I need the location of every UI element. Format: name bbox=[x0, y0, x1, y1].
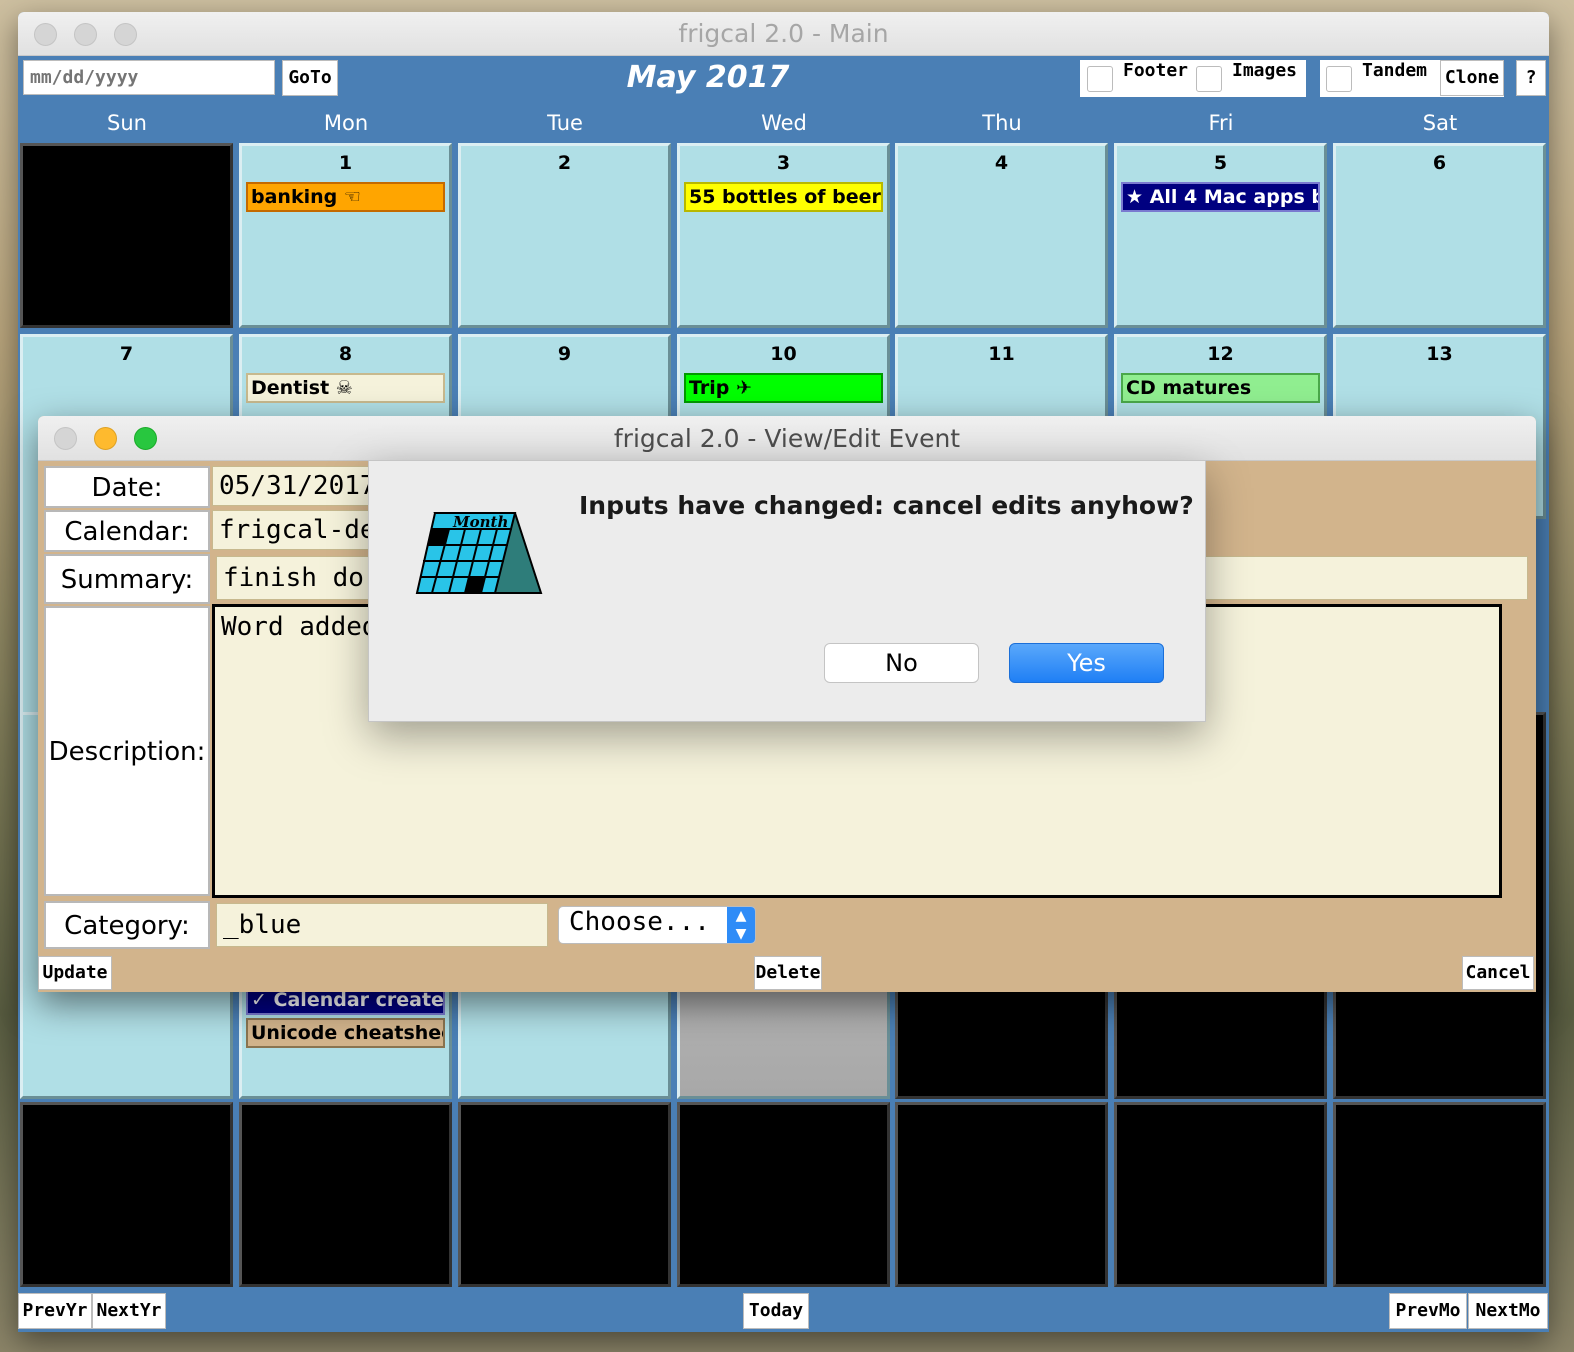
yes-button[interactable]: Yes bbox=[1009, 643, 1164, 683]
delete-button[interactable]: Delete bbox=[754, 956, 822, 990]
zoom-icon[interactable] bbox=[114, 23, 137, 46]
day-header-tue: Tue bbox=[547, 111, 583, 135]
confirm-dialog: Month Inputs have changed: cancel edits … bbox=[368, 460, 1206, 722]
date-label: Date: bbox=[44, 466, 210, 508]
goto-button[interactable]: GoTo bbox=[282, 60, 338, 96]
footer-label: Footer bbox=[1123, 60, 1189, 81]
edit-window-title: frigcal 2.0 - View/Edit Event bbox=[613, 424, 961, 453]
date-input[interactable] bbox=[23, 60, 275, 95]
tandem-checkbox[interactable] bbox=[1326, 66, 1352, 92]
day-number: 5 bbox=[1213, 152, 1228, 174]
day-cell-5[interactable]: 5 ★ All 4 Mac apps bu bbox=[1114, 143, 1327, 328]
next-year-button[interactable]: NextYr bbox=[92, 1293, 166, 1329]
tandem-label: Tandem bbox=[1362, 60, 1428, 81]
day-cell-1[interactable]: 1 banking ☜ bbox=[239, 143, 452, 328]
day-cell-empty bbox=[1333, 1102, 1546, 1287]
day-header-thu: Thu bbox=[982, 111, 1022, 135]
prev-month-button[interactable]: PrevMo bbox=[1389, 1293, 1467, 1329]
window-title: frigcal 2.0 - Main bbox=[678, 19, 889, 48]
event-trip[interactable]: Trip ✈ bbox=[684, 373, 883, 403]
toggle-group: Footer Images bbox=[1080, 60, 1306, 97]
main-titlebar: frigcal 2.0 - Main bbox=[18, 12, 1549, 56]
day-number: 1 bbox=[338, 152, 353, 174]
minimize-icon[interactable] bbox=[94, 427, 117, 450]
day-number: 3 bbox=[776, 152, 791, 174]
calendar-label: Calendar: bbox=[44, 510, 210, 552]
day-number: 8 bbox=[338, 343, 353, 365]
day-number: 11 bbox=[988, 343, 1015, 365]
zoom-icon[interactable] bbox=[134, 427, 157, 450]
day-number: 7 bbox=[119, 343, 134, 365]
day-number: 4 bbox=[994, 152, 1009, 174]
day-header-fri: Fri bbox=[1208, 111, 1234, 135]
description-label: Description: bbox=[44, 606, 210, 896]
no-button[interactable]: No bbox=[824, 643, 979, 683]
day-number: 9 bbox=[557, 343, 572, 365]
day-cell-empty bbox=[20, 1102, 233, 1287]
calendar-month-icon: Month bbox=[415, 512, 543, 594]
update-button[interactable]: Update bbox=[38, 956, 112, 990]
day-header-wed: Wed bbox=[761, 111, 807, 135]
edit-titlebar: frigcal 2.0 - View/Edit Event bbox=[38, 416, 1536, 461]
category-choose-select[interactable]: Choose... ▲ ▼ bbox=[558, 906, 756, 944]
day-number: 6 bbox=[1432, 152, 1447, 174]
footer-checkbox[interactable] bbox=[1087, 66, 1113, 92]
day-cell-3[interactable]: 3 55 bottles of beer bbox=[677, 143, 890, 328]
cancel-button[interactable]: Cancel bbox=[1462, 956, 1534, 990]
prev-year-button[interactable]: PrevYr bbox=[18, 1293, 92, 1329]
close-icon[interactable] bbox=[34, 23, 57, 46]
calendar-icon-text: Month bbox=[452, 513, 508, 531]
minimize-icon[interactable] bbox=[74, 23, 97, 46]
choose-label: Choose... bbox=[569, 907, 710, 937]
summary-label: Summary: bbox=[44, 554, 210, 604]
category-field[interactable]: _blue bbox=[216, 903, 548, 947]
event-unicode-cheatsheet[interactable]: Unicode cheatsheet bbox=[246, 1018, 445, 1048]
images-checkbox[interactable] bbox=[1196, 66, 1222, 92]
day-number: 2 bbox=[557, 152, 572, 174]
event-dentist[interactable]: Dentist ☠ bbox=[246, 373, 445, 403]
event-mac-apps[interactable]: ★ All 4 Mac apps bu bbox=[1121, 182, 1320, 212]
day-cell-4[interactable]: 4 bbox=[895, 143, 1108, 328]
today-button[interactable]: Today bbox=[743, 1293, 809, 1329]
day-cell-empty bbox=[239, 1102, 452, 1287]
month-title: May 2017 bbox=[626, 60, 790, 95]
day-header-mon: Mon bbox=[323, 111, 369, 135]
help-button[interactable]: ? bbox=[1516, 60, 1546, 96]
day-number: 10 bbox=[770, 343, 797, 365]
images-label: Images bbox=[1232, 60, 1298, 81]
event-55-bottles-of-beer[interactable]: 55 bottles of beer bbox=[684, 182, 883, 212]
clone-button[interactable]: Clone bbox=[1440, 60, 1504, 96]
category-label: Category: bbox=[44, 901, 210, 949]
day-cell-empty bbox=[895, 1102, 1108, 1287]
day-cell-empty bbox=[677, 1102, 890, 1287]
day-number: 12 bbox=[1207, 343, 1234, 365]
day-cell-2[interactable]: 2 bbox=[458, 143, 671, 328]
nav-bar: PrevYr NextYr Today PrevMo NextMo bbox=[18, 1292, 1549, 1332]
stepper-chevrons-icon: ▲ ▼ bbox=[727, 907, 755, 943]
day-header-sun: Sun bbox=[107, 111, 147, 135]
day-cell-6[interactable]: 6 bbox=[1333, 143, 1546, 328]
day-cell-empty bbox=[1114, 1102, 1327, 1287]
day-cell-empty bbox=[20, 143, 233, 328]
day-number: 13 bbox=[1426, 343, 1453, 365]
next-month-button[interactable]: NextMo bbox=[1468, 1293, 1548, 1329]
close-icon[interactable] bbox=[54, 427, 77, 450]
dialog-message: Inputs have changed: cancel edits anyhow… bbox=[579, 491, 1194, 520]
day-header-sat: Sat bbox=[1422, 111, 1458, 135]
day-headers: Sun Mon Tue Wed Thu Fri Sat bbox=[18, 108, 1549, 140]
day-cell-empty bbox=[458, 1102, 671, 1287]
event-cd-matures[interactable]: CD matures bbox=[1121, 373, 1320, 403]
event-banking[interactable]: banking ☜ bbox=[246, 182, 445, 212]
